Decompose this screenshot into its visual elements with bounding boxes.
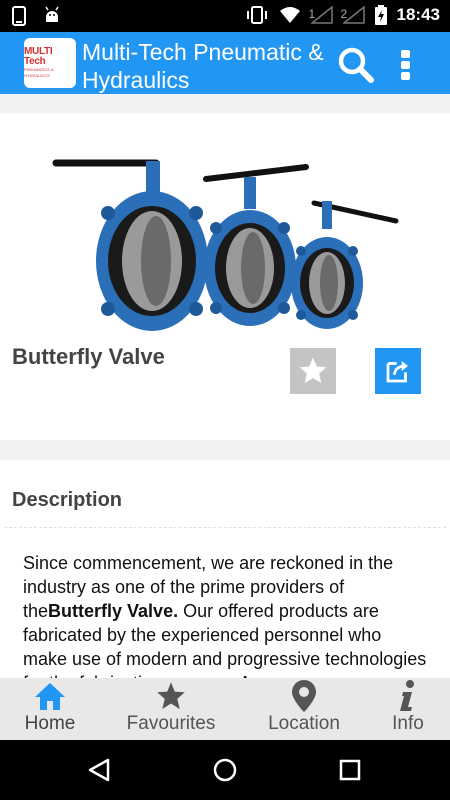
- nav-item-home[interactable]: Home: [10, 678, 90, 740]
- valve-medium: [203, 164, 309, 326]
- recent-apps-icon[interactable]: [338, 758, 362, 782]
- battery-icon: [374, 5, 387, 25]
- phone-vibrate-icon: [12, 6, 26, 26]
- description-title: Description: [12, 489, 123, 511]
- valve-small: [291, 200, 399, 329]
- logo-line1: MULTI Tech: [24, 46, 53, 67]
- overflow-menu-icon[interactable]: [392, 45, 420, 85]
- nav-label-home: Home: [24, 713, 76, 734]
- star-icon: [299, 357, 327, 383]
- app-title: Multi-Tech Pneumatic & Hydraulics: [82, 39, 324, 93]
- bottom-nav: Home Favourites Location Info: [0, 678, 450, 740]
- wifi-icon: [279, 7, 300, 23]
- search-icon[interactable]: [336, 45, 376, 85]
- nav-item-location[interactable]: Location: [258, 678, 350, 740]
- nav-item-favourites[interactable]: Favourites: [115, 678, 227, 740]
- description-highlight: Butterfly Valve.: [48, 601, 179, 621]
- sim1-signal: 1: [308, 5, 333, 24]
- back-icon[interactable]: [86, 757, 112, 783]
- sim1-label: 1: [308, 7, 316, 21]
- valve-large: [52, 159, 208, 331]
- favourite-button[interactable]: [290, 348, 336, 394]
- android-icon: [45, 6, 59, 22]
- home-circle-icon[interactable]: [212, 757, 238, 783]
- location-pin-icon: [292, 680, 316, 712]
- nav-label-favourites: Favourites: [126, 713, 216, 734]
- nav-item-info[interactable]: Info: [380, 678, 436, 740]
- nav-label-location: Location: [268, 713, 340, 734]
- share-icon: [386, 361, 408, 383]
- product-name: Butterfly Valve: [12, 344, 165, 369]
- sim2-label: 2: [340, 7, 348, 21]
- system-nav-bar: [0, 740, 450, 800]
- vibrate-mode-icon: [246, 6, 267, 24]
- divider: [4, 527, 446, 528]
- app-bar: MULTI Tech PNEUMATICS & HYDRAULICS Multi…: [0, 32, 450, 94]
- description-text: Since commencement, we are reckoned in t…: [23, 551, 428, 695]
- home-icon: [35, 683, 65, 710]
- info-icon: [400, 680, 414, 711]
- sim2-signal: 2: [340, 5, 365, 24]
- clock: 18:43: [396, 5, 440, 24]
- product-card: Butterfly Valve: [0, 113, 450, 440]
- star-icon: [157, 682, 185, 710]
- status-bar: 1 2 18:43: [0, 0, 450, 32]
- share-button[interactable]: [375, 348, 421, 394]
- product-image: [52, 159, 399, 331]
- nav-label-info: Info: [392, 713, 424, 734]
- app-logo: MULTI Tech PNEUMATICS & HYDRAULICS: [24, 38, 76, 88]
- logo-line2: PNEUMATICS & HYDRAULICS: [24, 67, 54, 78]
